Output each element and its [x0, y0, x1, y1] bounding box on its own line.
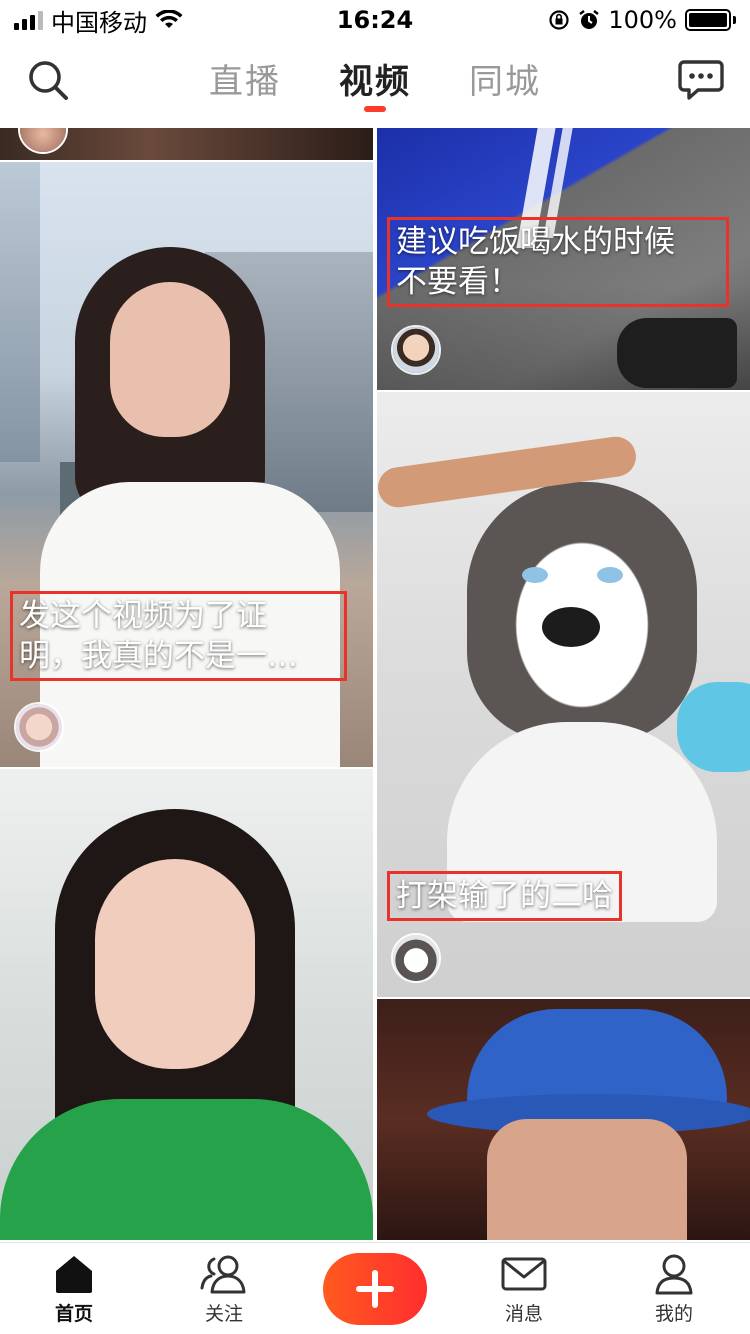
face-shape — [487, 1119, 687, 1240]
author-avatar[interactable] — [391, 325, 441, 375]
video-card[interactable] — [0, 769, 373, 1240]
tab-video[interactable]: 视频 — [339, 54, 411, 103]
clock: 16:24 — [336, 6, 414, 34]
active-tab-indicator — [364, 106, 386, 112]
author-avatar[interactable] — [391, 933, 441, 983]
rotation-lock-icon — [549, 10, 569, 30]
bottom-tab-bar: 首页 关注 消息 我的 — [0, 1242, 750, 1334]
dog-eye — [597, 567, 623, 583]
tab-live[interactable]: 直播 — [209, 54, 281, 103]
shoe-shape — [617, 318, 737, 388]
people-icon — [200, 1255, 246, 1294]
status-right: 100% — [548, 6, 736, 34]
signal-icon — [14, 10, 43, 30]
video-caption: 打架输了的二哈 — [387, 871, 622, 921]
envelope-icon — [501, 1257, 547, 1291]
face-shape — [95, 859, 255, 1069]
dog-eye — [522, 567, 548, 583]
video-card[interactable] — [377, 999, 750, 1240]
battery-icon — [685, 9, 736, 31]
status-bar: 中国移动 16:24 100% — [0, 0, 750, 40]
video-card[interactable] — [0, 128, 373, 160]
video-card[interactable]: 发这个视频为了证 明，我真的不是一… — [0, 162, 373, 767]
nav-messages-label: 消息 — [504, 1303, 543, 1325]
video-feed: 建议吃饭喝水的时候 不要看！ 发这个视频为了证 明，我真的不是一… 打架输了的二… — [0, 128, 750, 1240]
carrier-label: 中国移动 — [51, 8, 147, 37]
battery-percent: 100% — [608, 6, 677, 34]
face-shape — [110, 282, 230, 437]
dog-nose — [542, 607, 600, 647]
nav-follow[interactable]: 关注 — [174, 1253, 274, 1326]
feed-tabs: 直播 视频 同城 — [0, 40, 750, 126]
person-icon — [655, 1254, 693, 1295]
building-shape — [0, 162, 40, 462]
nav-me-label: 我的 — [654, 1303, 693, 1325]
status-left: 中国移动 — [14, 3, 183, 38]
tab-nearby[interactable]: 同城 — [469, 54, 541, 103]
message-bubble-icon[interactable] — [678, 56, 724, 102]
top-nav: 直播 视频 同城 — [0, 40, 750, 126]
plus-icon — [356, 1270, 394, 1308]
bowl-shape — [677, 682, 750, 772]
wifi-icon — [155, 10, 183, 28]
home-icon — [56, 1256, 92, 1293]
video-caption: 发这个视频为了证 明，我真的不是一… — [10, 591, 347, 681]
nav-messages[interactable]: 消息 — [474, 1253, 574, 1326]
shirt-shape — [0, 1099, 373, 1240]
nav-home-label: 首页 — [54, 1303, 93, 1325]
nav-home[interactable]: 首页 — [24, 1253, 124, 1326]
nav-follow-label: 关注 — [204, 1303, 243, 1325]
create-post-button[interactable] — [323, 1253, 427, 1325]
app-screen: 中国移动 16:24 100% 直播 视频 同城 建议吃饭喝水的时候 不要看！ … — [0, 0, 750, 1334]
author-avatar[interactable] — [14, 702, 64, 752]
video-caption: 建议吃饭喝水的时候 不要看！ — [387, 217, 729, 307]
video-card[interactable]: 建议吃饭喝水的时候 不要看！ — [377, 128, 750, 390]
nav-me[interactable]: 我的 — [624, 1253, 724, 1326]
video-card[interactable]: 打架输了的二哈 — [377, 392, 750, 997]
alarm-icon — [579, 10, 600, 29]
